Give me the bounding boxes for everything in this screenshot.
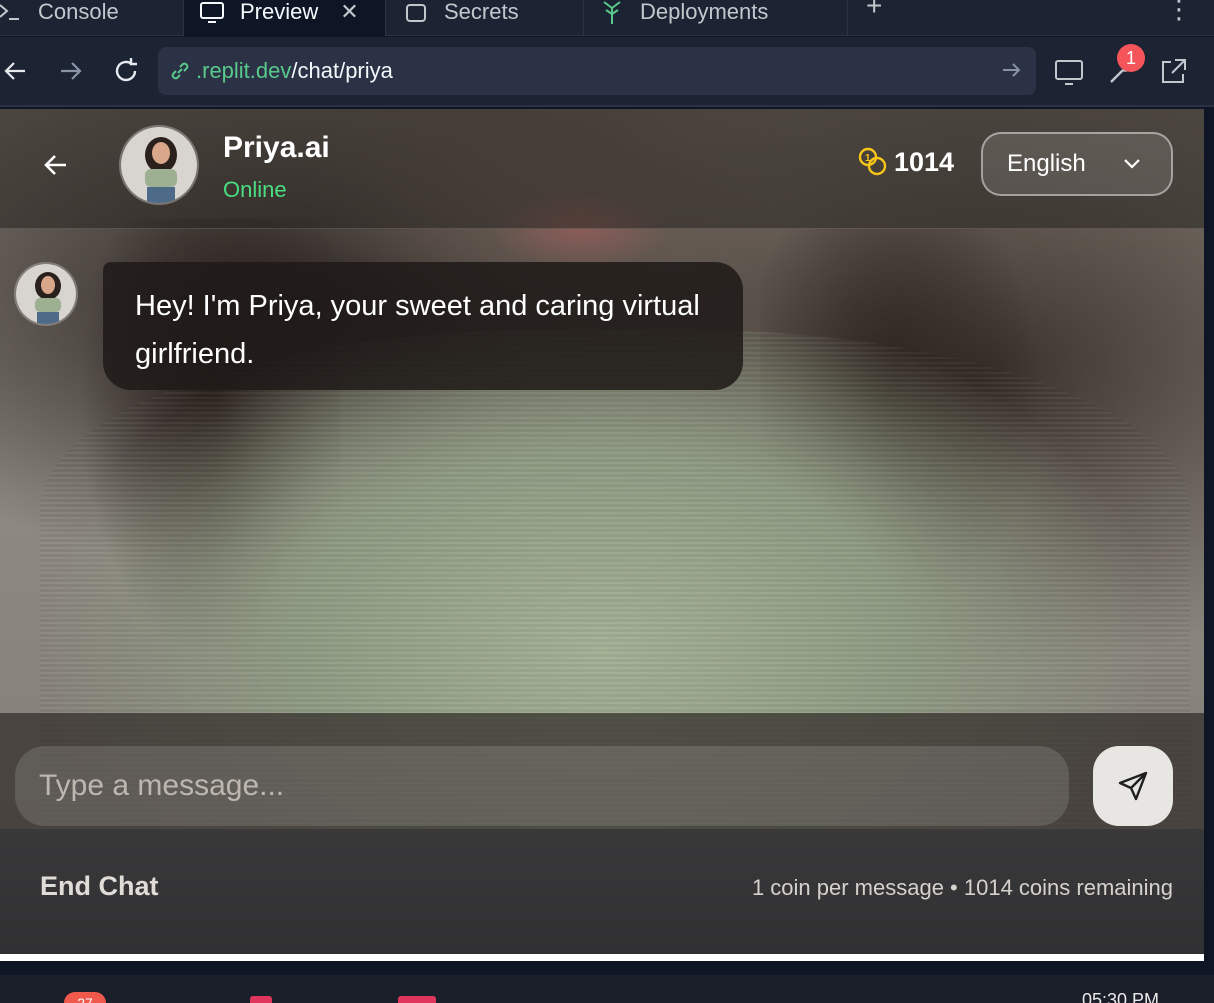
contact-name: Priya.ai [223, 131, 330, 164]
tab-label: Console [38, 0, 119, 24]
app-preview: Priya.ai Online 1 1014 English Hey! I'm … [0, 109, 1204, 959]
send-button[interactable] [1093, 746, 1173, 826]
coin-info: 1 coin per message • 1014 coins remainin… [751, 875, 1173, 900]
back-button[interactable] [36, 145, 76, 185]
coin-count: 1014 [894, 146, 955, 177]
lock-icon [402, 0, 430, 26]
reload-button[interactable] [108, 53, 144, 89]
message-bubble: Hey! I'm Priya, your sweet and caring vi… [103, 262, 743, 390]
monitor-icon [198, 0, 226, 26]
send-icon [1118, 771, 1148, 801]
tab-secrets[interactable]: Secrets [386, 0, 584, 36]
taskbar-clock: 05:30 PM [1082, 990, 1160, 1003]
link-icon [171, 62, 189, 80]
preview-toolbar: .replit.dev/chat/priya [0, 37, 1214, 107]
open-new-tab-button[interactable] [1156, 55, 1190, 89]
go-arrow-icon[interactable] [1000, 59, 1022, 87]
tab-label: Preview [240, 0, 319, 24]
taskbar [0, 975, 1214, 1003]
external-link-icon [1162, 59, 1186, 83]
device-preview-button[interactable] [1052, 55, 1086, 89]
message-avatar [14, 262, 78, 326]
back-button[interactable] [0, 53, 34, 89]
online-status: Online [223, 177, 287, 202]
taskbar-badge: 27 [64, 992, 106, 1003]
url-host: .replit.dev [196, 58, 292, 83]
add-tab-button[interactable]: + [866, 0, 882, 22]
tab-label: Secrets [444, 0, 519, 24]
workspace-tab-bar: Console Preview ✕ Secrets Deployments + … [0, 0, 1214, 36]
taskbar-app-icon[interactable] [398, 996, 436, 1003]
taskbar-app-icon[interactable] [250, 996, 272, 1003]
language-value: English [1007, 150, 1086, 177]
notification-badge: 1 [1117, 44, 1145, 72]
chevron-down-icon [1121, 152, 1143, 181]
close-icon[interactable]: ✕ [340, 0, 358, 25]
terminal-icon [0, 0, 24, 26]
coin-balance: 1 1014 [856, 145, 954, 179]
more-options-icon[interactable]: ⋮ [1166, 0, 1192, 25]
arrow-right-icon [61, 62, 82, 80]
preview-bottom-edge [0, 954, 1204, 961]
url-path: /chat/priya [291, 58, 393, 83]
tab-console[interactable]: Console [0, 0, 184, 36]
language-select[interactable]: English [981, 132, 1173, 196]
message-composer: End Chat 1 coin per message • 1014 coins… [0, 713, 1204, 959]
message-input[interactable] [15, 746, 1069, 826]
avatar [119, 125, 199, 205]
url-bar[interactable]: .replit.dev/chat/priya [158, 47, 1036, 95]
tab-label: Deployments [640, 0, 769, 24]
tab-preview[interactable]: Preview ✕ [184, 0, 386, 36]
forward-button[interactable] [52, 53, 88, 89]
chat-header: Priya.ai Online 1 1014 English [0, 109, 1204, 229]
end-chat-button[interactable]: End Chat [40, 871, 159, 902]
monitor-icon [1055, 60, 1083, 85]
coins-icon: 1 [858, 147, 887, 176]
arrow-left-icon [44, 155, 66, 175]
arrow-left-icon [4, 62, 25, 80]
reload-icon [115, 58, 137, 82]
deploy-icon [598, 0, 626, 26]
svg-text:1: 1 [865, 153, 871, 164]
tab-deployments[interactable]: Deployments [584, 0, 848, 36]
